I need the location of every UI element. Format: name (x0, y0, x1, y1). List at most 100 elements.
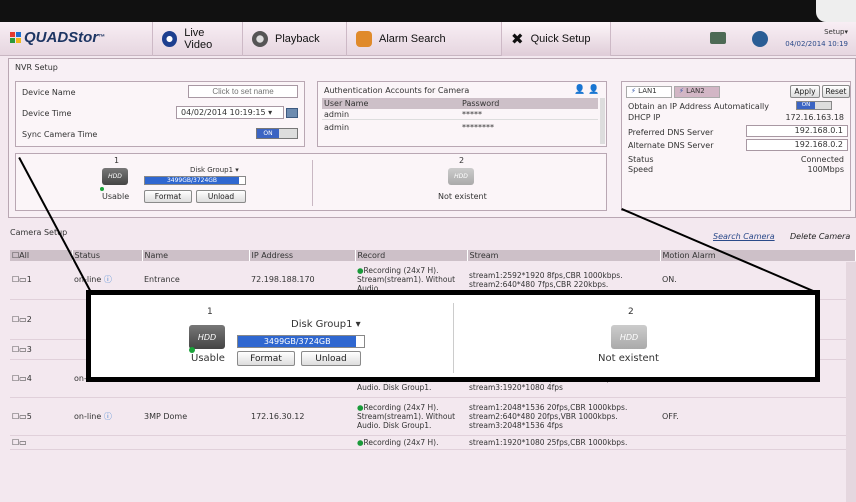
camera-row[interactable]: ☐▭ ●Recording (24x7 H). stream1:1920*1080 … (10, 435, 856, 450)
top-black-bar (0, 0, 856, 22)
disk-zoom-callout: 1 HDD Usable Disk Group1 ▾ 3499GB/3724GB… (86, 290, 820, 382)
tab-lan2[interactable]: ⚡ LAN2 (674, 86, 720, 98)
auth-table-header: User Name Password (322, 98, 598, 109)
nav-alarm-search[interactable]: Alarm Search (346, 22, 501, 56)
record-cell: ●Recording (24x7 H). Stream(stream1). Wi… (355, 397, 467, 436)
zoom-unload-button[interactable]: Unload (301, 351, 361, 366)
zoom-format-button[interactable]: Format (237, 351, 295, 366)
stream-line: stream1:2048*1536 20fps,CBR 1000kbps. (469, 402, 628, 412)
auth-col-password: Password (462, 99, 500, 108)
nav-quick-setup-label: Quick Setup (530, 33, 591, 45)
remove-user-icon[interactable]: 👤 (588, 85, 599, 95)
col-all[interactable]: ☐All (10, 250, 73, 261)
camera-id: 5 (26, 411, 32, 421)
tab-lan1[interactable]: ⚡ LAN1 (626, 86, 672, 98)
zoom-disk1-state: Usable (191, 353, 225, 364)
row-select[interactable]: ☐▭5 (10, 397, 72, 436)
nav-live-video[interactable]: Live Video (152, 22, 242, 56)
camera-scrollbar[interactable] (846, 262, 856, 502)
auth-row[interactable]: admin ******** (322, 123, 598, 132)
alarm-icon (356, 31, 372, 47)
user-icon[interactable] (752, 31, 768, 47)
device-time-select[interactable]: 04/02/2014 10:19:15 ▾ (176, 106, 284, 119)
row-select[interactable]: ☐▭2 (10, 299, 72, 340)
disk1-state: Usable (102, 192, 130, 201)
zoom-disk-group-select[interactable]: Disk Group1 ▾ (291, 319, 361, 330)
info-icon[interactable]: ⓘ (104, 412, 112, 421)
device-icon[interactable] (710, 32, 726, 44)
zoom-usage-bar: 3499GB/3724GB (237, 335, 365, 348)
col-name: Name (142, 250, 250, 261)
nav-quick-setup[interactable]: ✖ Quick Setup (501, 22, 611, 56)
calendar-icon[interactable] (286, 108, 298, 118)
stream-line: stream3:1920*1080 4fps (469, 382, 563, 392)
logo-squares-icon (10, 32, 21, 43)
status-text: on-line (74, 411, 102, 421)
dns1-input[interactable]: 192.168.0.1 (746, 125, 848, 137)
col-stream: Stream (467, 250, 661, 261)
disk2-state: Not existent (438, 192, 487, 201)
stream-line: stream1:1920*1080 25fps,CBR 1000kbps. (469, 437, 628, 447)
apply-button[interactable]: Apply (790, 85, 820, 98)
divider (312, 160, 313, 206)
device-name-input[interactable] (188, 85, 298, 98)
logo-square (10, 38, 15, 43)
playback-icon (252, 31, 268, 47)
logo-square (10, 32, 15, 37)
disk1-group-select[interactable]: Disk Group1 ▾ (190, 166, 239, 174)
disk1-usage-fill: 3499GB/3724GB (145, 177, 239, 184)
format-button[interactable]: Format (144, 190, 192, 203)
name-cell: 3MP Dome (142, 397, 249, 436)
camera-row[interactable]: ☐▭5 on-line ⓘ 3MP Dome 172.16.30.12 ●Recordi… (10, 397, 856, 436)
dns2-input[interactable]: 192.168.0.2 (746, 139, 848, 151)
camera-id: 4 (26, 373, 32, 383)
auth-title: Authentication Accounts for Camera (324, 86, 470, 95)
sync-toggle[interactable]: ON (256, 128, 298, 139)
nav-playback-label: Playback (275, 33, 320, 45)
camera-icon (162, 31, 178, 47)
auto-ip-toggle-on: ON (797, 102, 815, 109)
status-label: Status (628, 155, 654, 164)
setup-label: Setup▾ (824, 28, 848, 36)
reset-button[interactable]: Reset (822, 85, 850, 98)
brand-suffix: ™ (98, 34, 106, 41)
add-user-icon[interactable]: 👤 (574, 85, 585, 95)
dns2-label: Alternate DNS Server (628, 141, 714, 150)
auth-row[interactable]: admin ***** (322, 110, 598, 120)
status-value: Connected (800, 155, 844, 164)
tab-lan2-label: LAN2 (686, 87, 705, 95)
row-select[interactable]: ☐▭4 (10, 359, 72, 398)
nav-alarm-search-label: Alarm Search (379, 33, 446, 45)
info-icon[interactable]: ⓘ (104, 275, 112, 284)
auto-ip-toggle[interactable]: ON (796, 101, 832, 110)
dhcp-ip-label: DHCP IP (628, 113, 661, 122)
dns1-label: Preferred DNS Server (628, 128, 714, 137)
unload-button[interactable]: Unload (196, 190, 246, 203)
alarm-cell: OFF. (660, 397, 856, 436)
zoom-usage-text: 3499GB/3724GB (263, 337, 331, 346)
nav-playback[interactable]: Playback (242, 22, 346, 56)
record-cell: ●Recording (24x7 H). (355, 435, 467, 450)
search-camera-link[interactable]: Search Camera (713, 232, 775, 241)
col-ip: IP Address (249, 250, 356, 261)
camera-id: 3 (26, 344, 32, 354)
zoom-hdd-icon-disabled: HDD (611, 325, 647, 349)
camera-mini-icon: ▭ (19, 373, 27, 383)
auth-scrollbar[interactable] (600, 98, 605, 144)
nvr-setup-panel: NVR Setup Device Name Device Time 04/02/… (8, 58, 856, 218)
row-select[interactable]: ☐▭ (10, 435, 72, 450)
main-navbar: QUADStor ™ Live Video Playback Alarm Sear… (0, 22, 856, 56)
delete-camera-link[interactable]: Delete Camera (790, 232, 850, 241)
camera-mini-icon: ▭ (19, 314, 27, 324)
camera-mini-icon: ▭ (19, 275, 27, 285)
record-text: Recording (24x7 H). (363, 437, 439, 447)
row-select[interactable]: ☐▭1 (10, 261, 72, 300)
stream-cell: stream1:2048*1536 20fps,CBR 1000kbps. str… (467, 397, 660, 436)
row-select[interactable]: ☐▭3 (10, 339, 72, 360)
nav-live-video-label: Live Video (184, 27, 213, 51)
brand-name: QUADStor (24, 29, 99, 46)
col-status: Status (72, 250, 143, 261)
setup-menu[interactable]: Setup▾ 04/02/2014 10:19 (785, 26, 848, 50)
hdd-icon: HDD (102, 168, 128, 185)
camera-id: 1 (26, 275, 32, 285)
